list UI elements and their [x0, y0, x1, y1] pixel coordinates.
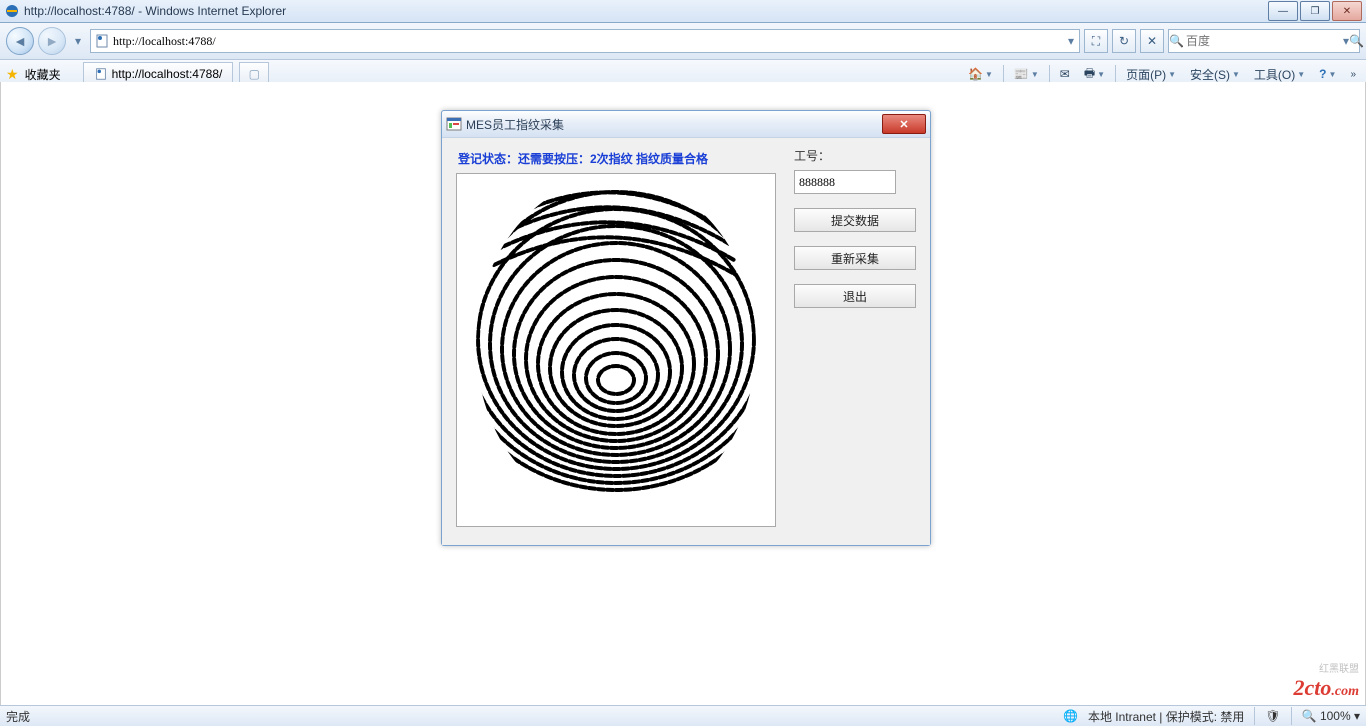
history-dropdown[interactable]: ▾: [70, 34, 86, 48]
zoom-control[interactable]: 🔍 100% ▾: [1302, 709, 1360, 723]
dialog-title: MES员工指纹采集: [466, 116, 882, 133]
address-dropdown[interactable]: ▾: [1063, 34, 1079, 48]
fingerprint-preview: [456, 173, 776, 527]
feeds-button[interactable]: 📰▼: [1010, 67, 1043, 81]
submit-button[interactable]: 提交数据: [794, 208, 916, 232]
refresh-button[interactable]: ↻: [1112, 29, 1136, 53]
page-menu[interactable]: 页面(P) ▼: [1122, 66, 1180, 83]
search-go-button[interactable]: 🔍: [1349, 34, 1364, 48]
window-close-button[interactable]: ✕: [1332, 1, 1362, 21]
stop-button[interactable]: ✕: [1140, 29, 1164, 53]
nav-bar: ◄ ► ▾ ▾ ⛶ ↻ ✕ 🔍 ▾ 🔍: [0, 23, 1366, 60]
protected-mode-icon: 🛡: [1265, 709, 1280, 723]
window-minimize-button[interactable]: —: [1268, 1, 1298, 21]
search-icon: 🔍: [1169, 34, 1184, 48]
search-input[interactable]: [1184, 33, 1343, 50]
tab-title: http://localhost:4788/: [112, 67, 223, 81]
page-icon: [94, 33, 110, 49]
window-maximize-button[interactable]: ❐: [1300, 1, 1330, 21]
back-button[interactable]: ◄: [6, 27, 34, 55]
status-bar: 完成 🌐 本地 Intranet | 保护模式: 禁用 🛡 🔍 100% ▾: [0, 705, 1366, 726]
security-zone: 本地 Intranet | 保护模式: 禁用: [1088, 708, 1244, 725]
help-button[interactable]: ? ▼: [1315, 67, 1340, 81]
tools-menu[interactable]: 工具(O) ▼: [1250, 66, 1309, 83]
fingerprint-dialog: MES员工指纹采集 ✕ 登记状态：还需要按压：2次指纹 指纹质量合格: [441, 110, 931, 546]
address-input[interactable]: [113, 34, 1063, 49]
recapture-button[interactable]: 重新采集: [794, 246, 916, 270]
home-button[interactable]: 🏠▼: [964, 67, 997, 81]
favorites-star-icon[interactable]: ★: [6, 66, 19, 83]
compat-view-button[interactable]: ⛶: [1084, 29, 1108, 53]
chevrons-icon[interactable]: »: [1346, 69, 1360, 80]
favorites-button[interactable]: 收藏夹: [25, 66, 61, 83]
exit-button[interactable]: 退出: [794, 284, 916, 308]
employee-id-label: 工号：: [794, 147, 916, 164]
dialog-titlebar[interactable]: MES员工指纹采集 ✕: [442, 111, 930, 138]
watermark: 红黑联盟 2cto.com: [1294, 665, 1360, 701]
window-title: http://localhost:4788/ - Windows Interne…: [24, 4, 286, 18]
status-text: 完成: [6, 708, 30, 725]
internet-zone-icon: 🌐: [1063, 709, 1078, 723]
search-box[interactable]: 🔍 ▾ 🔍: [1168, 29, 1360, 53]
address-bar[interactable]: ▾: [90, 29, 1080, 53]
page-icon: [94, 67, 108, 81]
safety-menu[interactable]: 安全(S) ▼: [1186, 66, 1244, 83]
employee-id-input[interactable]: [794, 170, 896, 194]
ie-icon: [4, 3, 20, 19]
fingerprint-icon: [466, 180, 766, 520]
window-titlebar: http://localhost:4788/ - Windows Interne…: [0, 0, 1366, 23]
form-icon: [446, 116, 462, 132]
page-viewport: MES员工指纹采集 ✕ 登记状态：还需要按压：2次指纹 指纹质量合格: [0, 82, 1366, 706]
mail-button[interactable]: ✉: [1056, 67, 1074, 81]
forward-button[interactable]: ►: [38, 27, 66, 55]
dialog-close-button[interactable]: ✕: [882, 114, 926, 134]
